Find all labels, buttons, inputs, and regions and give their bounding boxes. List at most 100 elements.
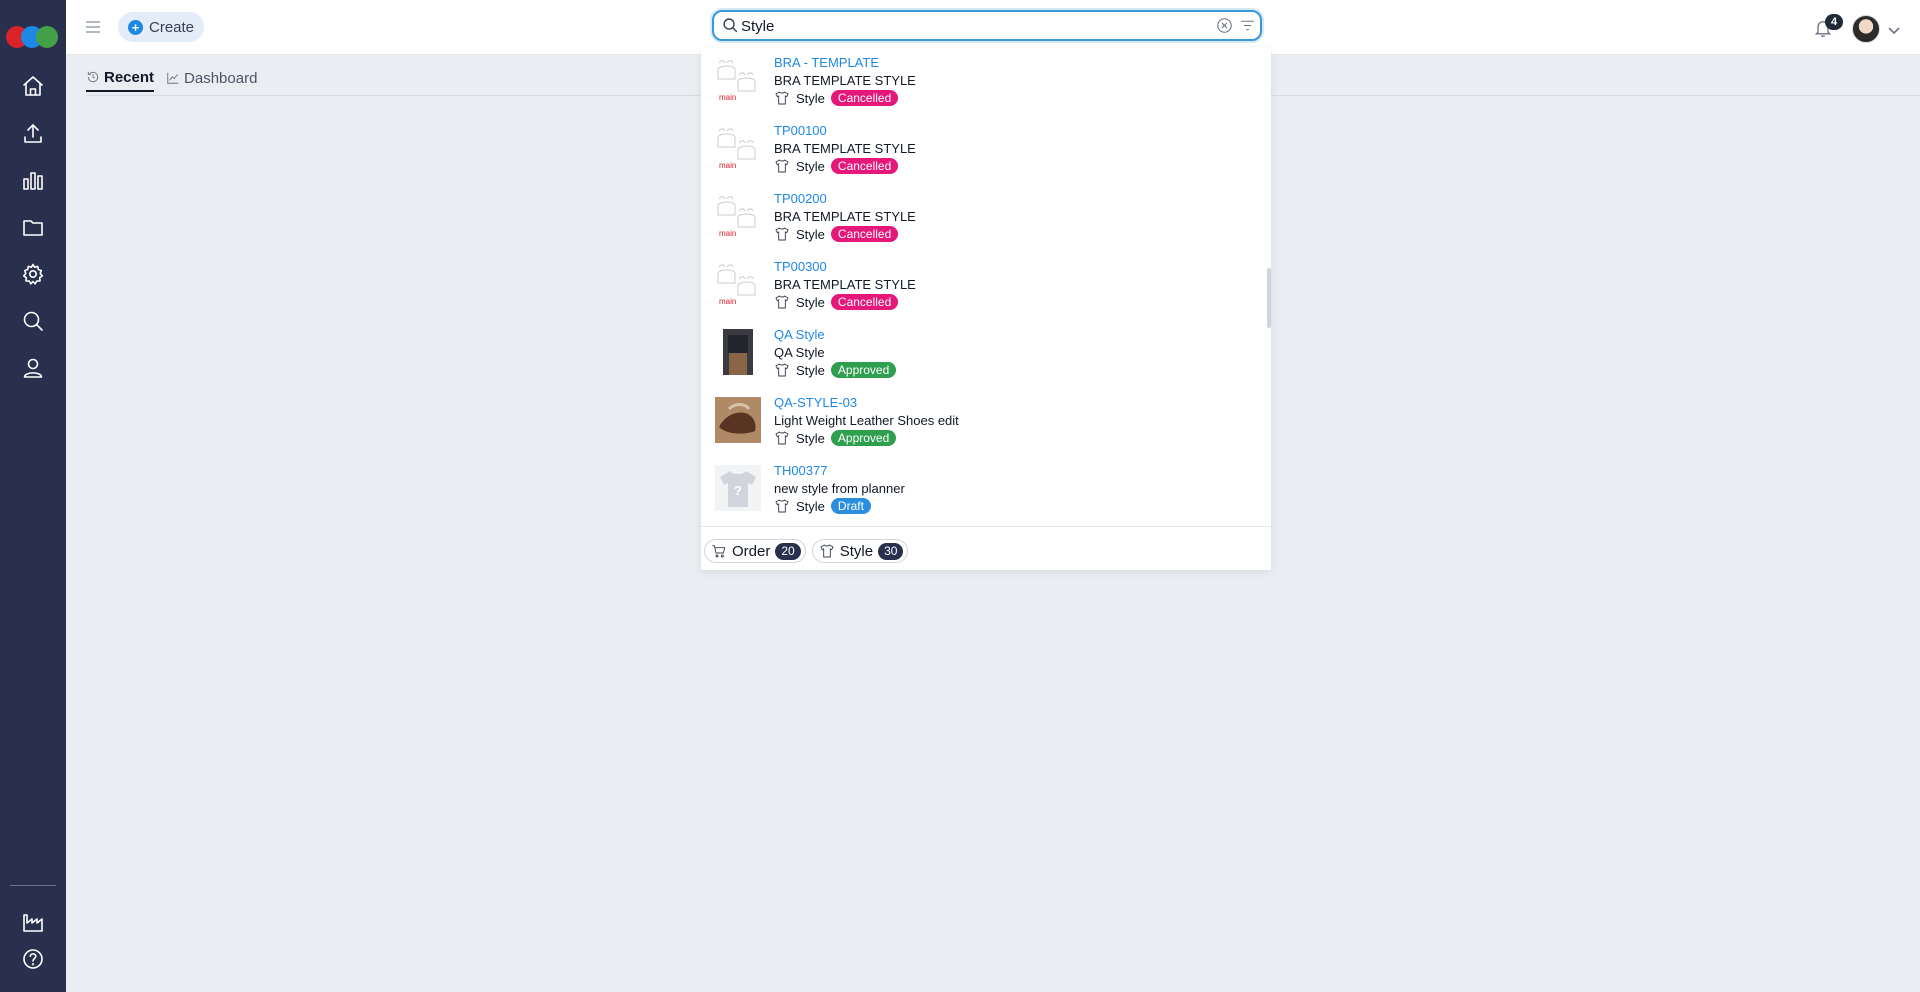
bra-template-thumbnail: main: [717, 60, 756, 102]
category-count: 30: [878, 542, 904, 560]
category-filters: Order 20 Style 30: [704, 539, 909, 563]
category-chip-style[interactable]: Style 30: [811, 539, 909, 563]
create-button-label: Create: [149, 18, 195, 36]
filter-icon[interactable]: [1239, 17, 1256, 34]
search-result-item[interactable]: main TP00300 BRA TEMPLATE STYLE Style Ca…: [701, 255, 1261, 323]
placeholder-shirt-icon: ?: [715, 465, 761, 511]
tshirt-icon: [820, 544, 834, 558]
result-code: QA Style: [774, 327, 825, 342]
menu-toggle-icon[interactable]: [84, 18, 102, 36]
result-type-line: Style Cancelled: [774, 158, 899, 174]
search-result-item[interactable]: main BRA - TEMPLATE BRA TEMPLATE STYLE S…: [701, 51, 1261, 119]
thumbnail-label: main: [719, 161, 736, 170]
search-icon: [722, 17, 739, 34]
upload-icon[interactable]: [19, 119, 47, 147]
clear-search-icon[interactable]: [1216, 17, 1233, 34]
user-icon[interactable]: [19, 354, 47, 382]
sidebar-divider: [10, 885, 56, 886]
category-label: Style: [839, 542, 874, 560]
status-badge: Approved: [830, 430, 897, 446]
tshirt-icon: [775, 91, 789, 105]
search-input[interactable]: [741, 15, 1181, 37]
result-type: Style: [796, 294, 825, 310]
search-result-item[interactable]: QA Style QA Style Style Approved: [701, 323, 1261, 391]
result-type: Style: [796, 362, 825, 378]
result-code: BRA - TEMPLATE: [774, 55, 879, 70]
results-scrollbar[interactable]: [1267, 268, 1271, 328]
bra-template-thumbnail: main: [717, 264, 756, 306]
folder-icon[interactable]: [19, 213, 47, 241]
status-badge: Cancelled: [830, 158, 899, 174]
result-description: BRA TEMPLATE STYLE: [774, 209, 916, 224]
result-description: QA Style: [774, 345, 825, 360]
qa-style-photo-thumbnail: [723, 329, 753, 375]
thumbnail-label: main: [719, 229, 736, 238]
bra-template-thumbnail: main: [717, 196, 756, 238]
search-results-dropdown: main BRA - TEMPLATE BRA TEMPLATE STYLE S…: [701, 48, 1271, 570]
chart-line-icon: [167, 72, 179, 84]
help-icon[interactable]: [19, 945, 47, 973]
result-description: new style from planner: [774, 481, 905, 496]
sidebar: [0, 0, 66, 992]
status-badge: Cancelled: [830, 90, 899, 106]
bra-template-thumbnail: main: [717, 128, 756, 170]
create-button[interactable]: + Create: [118, 12, 205, 42]
app-logo[interactable]: [6, 26, 60, 48]
status-badge: Approved: [830, 362, 897, 378]
result-code: TP00200: [774, 191, 827, 206]
result-description: BRA TEMPLATE STYLE: [774, 277, 916, 292]
tab-dashboard[interactable]: Dashboard: [166, 66, 257, 92]
dropdown-divider: [701, 526, 1271, 527]
result-type-line: Style Approved: [774, 430, 897, 446]
category-label: Order: [732, 542, 771, 560]
result-type-line: Style Cancelled: [774, 90, 899, 106]
search-results-list: main BRA - TEMPLATE BRA TEMPLATE STYLE S…: [701, 48, 1271, 526]
status-badge: Cancelled: [830, 226, 899, 242]
result-type: Style: [796, 226, 825, 242]
result-description: BRA TEMPLATE STYLE: [774, 141, 916, 156]
search-result-item[interactable]: main TP00100 BRA TEMPLATE STYLE Style Ca…: [701, 119, 1261, 187]
search-result-item[interactable]: main TP00200 BRA TEMPLATE STYLE Style Ca…: [701, 187, 1261, 255]
cart-icon: [712, 545, 726, 558]
tshirt-icon: [775, 363, 789, 377]
result-type-line: Style Draft: [774, 498, 871, 514]
global-search: [712, 10, 1262, 41]
tab-recent[interactable]: Recent: [86, 66, 155, 92]
factory-icon[interactable]: [19, 908, 47, 936]
thumbnail-label: main: [719, 93, 736, 102]
result-code: TP00100: [774, 123, 827, 138]
result-code: QA-STYLE-03: [774, 395, 858, 410]
result-type: Style: [796, 158, 825, 174]
result-code: TH00377: [774, 463, 828, 478]
search-result-item[interactable]: QA-STYLE-03 Light Weight Leather Shoes e…: [701, 391, 1261, 459]
category-chip-order[interactable]: Order 20: [704, 539, 806, 563]
home-icon[interactable]: [19, 72, 47, 100]
search-result-item[interactable]: ? TH00377 new style from planner Style D…: [701, 459, 1261, 526]
tshirt-icon: [775, 431, 789, 445]
search-icon[interactable]: [19, 307, 47, 335]
tab-dashboard-label: Dashboard: [184, 69, 258, 87]
tshirt-icon: [775, 159, 789, 173]
result-description: BRA TEMPLATE STYLE: [774, 73, 916, 88]
result-type-line: Style Cancelled: [774, 226, 899, 242]
history-icon: [87, 71, 99, 83]
result-type-line: Style Approved: [774, 362, 897, 378]
tshirt-icon: [775, 499, 789, 513]
thumbnail-label: main: [719, 297, 736, 306]
result-code: TP00300: [774, 259, 827, 274]
plus-icon: +: [128, 19, 143, 35]
analytics-icon[interactable]: [19, 166, 47, 194]
result-type-line: Style Cancelled: [774, 294, 899, 310]
result-description: Light Weight Leather Shoes edit: [774, 413, 959, 428]
tab-recent-label: Recent: [104, 68, 155, 86]
result-type: Style: [796, 430, 825, 446]
status-badge: Draft: [830, 498, 871, 514]
notification-count-badge: 4: [1825, 14, 1843, 30]
leather-shoes-photo-thumbnail: [715, 397, 761, 443]
page-tabs: Recent Dashboard: [86, 66, 257, 96]
chevron-down-icon[interactable]: [1887, 22, 1901, 36]
result-type: Style: [796, 90, 825, 106]
svg-text:?: ?: [734, 483, 742, 498]
user-avatar[interactable]: [1852, 15, 1880, 43]
settings-icon[interactable]: [19, 260, 47, 288]
